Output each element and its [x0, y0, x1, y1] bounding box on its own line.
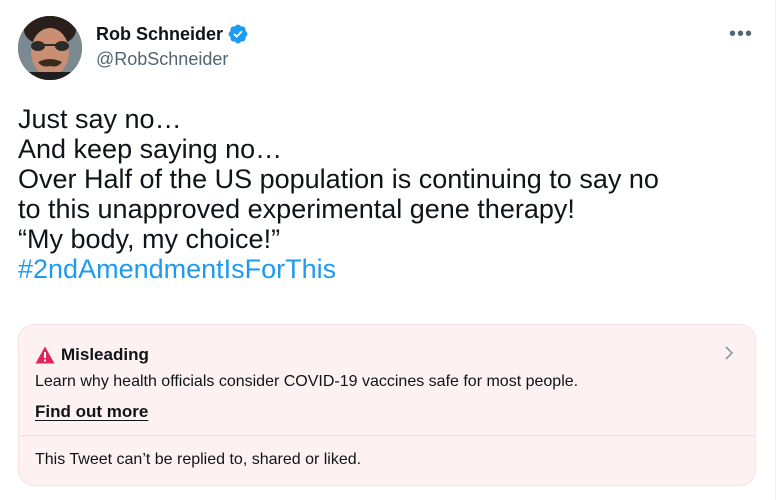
verified-badge-icon [227, 23, 249, 45]
notice-description: Learn why health officials consider COVI… [35, 373, 579, 390]
restriction-text: This Tweet can’t be replied to, shared o… [35, 451, 362, 468]
tweet-card: Rob Schneider @RobSchneider ••• Just say… [0, 0, 776, 500]
warning-triangle-icon [35, 346, 55, 364]
author-name-row: Rob Schneider [96, 22, 249, 46]
ellipsis-icon: ••• [729, 22, 754, 45]
tweet-text-line: Over Half of the US population is contin… [18, 164, 659, 194]
find-out-more-link[interactable]: Find out more [35, 402, 148, 422]
tweet-text: Just say no… And keep saying no… Over Ha… [18, 104, 758, 284]
notice-divider [19, 435, 755, 436]
tweet-text-line: And keep saying no… [18, 134, 283, 164]
author-handle[interactable]: @RobSchneider [96, 49, 249, 70]
misleading-notice[interactable]: Misleading Learn why health officials co… [18, 324, 756, 486]
tweet-text-line: to this unapproved experimental gene the… [18, 194, 575, 224]
chevron-right-icon[interactable] [721, 343, 737, 363]
author-display-name[interactable]: Rob Schneider [96, 24, 223, 45]
tweet-text-line: “My body, my choice!” [18, 224, 281, 254]
more-options-button[interactable]: ••• [729, 22, 753, 46]
notice-header: Misleading [35, 345, 149, 365]
author-info: Rob Schneider @RobSchneider [96, 22, 249, 70]
avatar[interactable] [18, 16, 82, 80]
tweet-text-line: Just say no… [18, 104, 182, 134]
avatar-image [18, 16, 82, 80]
misleading-label: Misleading [61, 345, 149, 364]
hashtag-link[interactable]: #2ndAmendmentIsForThis [18, 254, 758, 284]
